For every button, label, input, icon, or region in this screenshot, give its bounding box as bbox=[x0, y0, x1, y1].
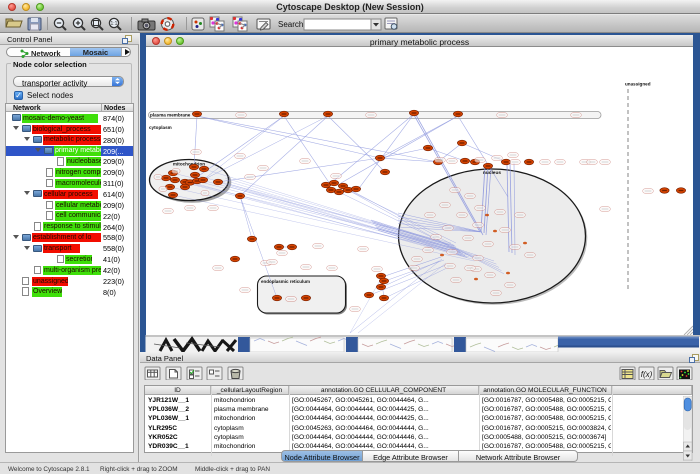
svg-text:1:1: 1:1 bbox=[111, 21, 118, 27]
svg-text:plasma membrane: plasma membrane bbox=[150, 113, 191, 118]
svg-text:cytoplasm: cytoplasm bbox=[149, 125, 172, 130]
svg-text:Search:: Search: bbox=[278, 20, 306, 29]
svg-text:mitochondrion: mitochondrion bbox=[173, 162, 205, 167]
svg-text:f(x): f(x) bbox=[641, 370, 653, 379]
svg-text:endoplasmic reticulum: endoplasmic reticulum bbox=[261, 279, 310, 284]
svg-text:nucleus: nucleus bbox=[483, 170, 501, 176]
svg-text:unassigned: unassigned bbox=[625, 82, 651, 87]
